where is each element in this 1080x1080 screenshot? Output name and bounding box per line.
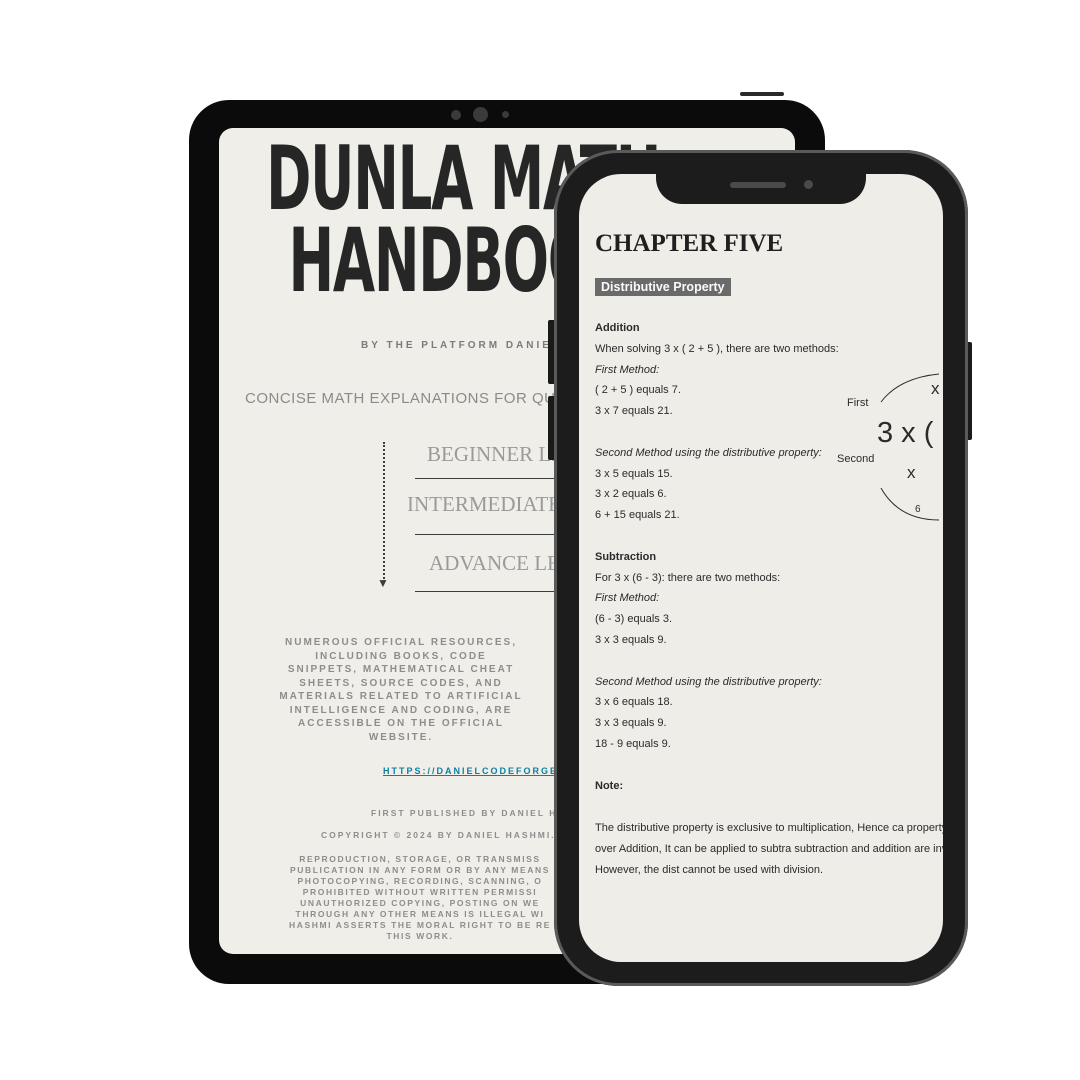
note-paragraph: The distributive property is exclusive t… bbox=[595, 822, 943, 876]
phone-notch bbox=[656, 174, 866, 204]
tablet-top-button bbox=[740, 92, 784, 96]
reproduction-notice: REPRODUCTION, STORAGE, OR TRANSMISS PUBL… bbox=[288, 854, 551, 941]
phone-speaker bbox=[730, 182, 786, 188]
diagram-second-label: Second bbox=[837, 453, 874, 465]
phone-screen: CHAPTER FIVE Distributive Property Addit… bbox=[579, 174, 943, 962]
phone-device: CHAPTER FIVE Distributive Property Addit… bbox=[554, 150, 968, 986]
diagram-bottom-number: 6 bbox=[915, 504, 921, 515]
line-spacer bbox=[595, 651, 943, 672]
copyright: COPYRIGHT © 2024 BY DANIEL HASHMI. bbox=[321, 830, 556, 840]
line-spacer bbox=[595, 755, 943, 776]
body-line: Note: bbox=[595, 779, 624, 792]
body-line: First Method: bbox=[595, 592, 660, 605]
body-line: 3 x 6 equals 18. bbox=[595, 696, 673, 709]
tablet-sensor-dot bbox=[502, 111, 509, 118]
level-beginner: BEGINNER LE bbox=[427, 442, 565, 466]
level-dotted-line bbox=[383, 442, 385, 582]
diagram-first-label: First bbox=[847, 397, 868, 409]
book-title-line1: DUNLA MATH bbox=[266, 128, 661, 230]
diagram-top-x: x bbox=[931, 379, 940, 398]
diagram-expression: 3 x ( bbox=[877, 417, 934, 449]
first-published: FIRST PUBLISHED BY DANIEL H bbox=[371, 808, 558, 818]
diagram-bottom-arc bbox=[880, 487, 940, 521]
arrow-down-icon: ▼ bbox=[377, 576, 389, 590]
body-line: (6 - 3) equals 3. bbox=[595, 613, 673, 626]
byline: BY THE PLATFORM DANIELC bbox=[361, 340, 572, 351]
resources-description: NUMEROUS OFFICIAL RESOURCES, INCLUDING B… bbox=[279, 637, 523, 743]
body-line: When solving 3 x ( 2 + 5 ), there are tw… bbox=[595, 342, 839, 355]
body-line: 3 x 3 equals 9. bbox=[595, 717, 667, 730]
body-line: Second Method using the distributive pro… bbox=[595, 675, 822, 688]
tagline: CONCISE MATH EXPLANATIONS FOR QUICK bbox=[245, 390, 582, 407]
tablet-sensor-dot bbox=[451, 110, 461, 120]
level-intermediate: INTERMEDIATE bbox=[407, 492, 561, 516]
distributive-diagram: First Second 3 x ( x x 1 6 bbox=[837, 370, 941, 521]
tablet-camera bbox=[473, 107, 488, 122]
chapter-title: CHAPTER FIVE bbox=[595, 230, 784, 257]
phone-front-camera bbox=[804, 180, 813, 189]
website-link[interactable]: HTTPS://DANIELCODEFORGE. bbox=[383, 766, 563, 776]
body-line: 18 - 9 equals 9. bbox=[595, 737, 671, 750]
body-line: For 3 x (6 - 3): there are two methods: bbox=[595, 571, 781, 584]
diagram-bottom-x: x bbox=[907, 463, 916, 482]
body-line: Addition bbox=[595, 322, 640, 334]
book-title-line2: HANDBOOK bbox=[288, 209, 635, 312]
diagram-top-number: 1 bbox=[935, 370, 941, 371]
body-line: 3 x 3 equals 9. bbox=[595, 633, 667, 646]
topic-badge: Distributive Property bbox=[595, 278, 731, 296]
